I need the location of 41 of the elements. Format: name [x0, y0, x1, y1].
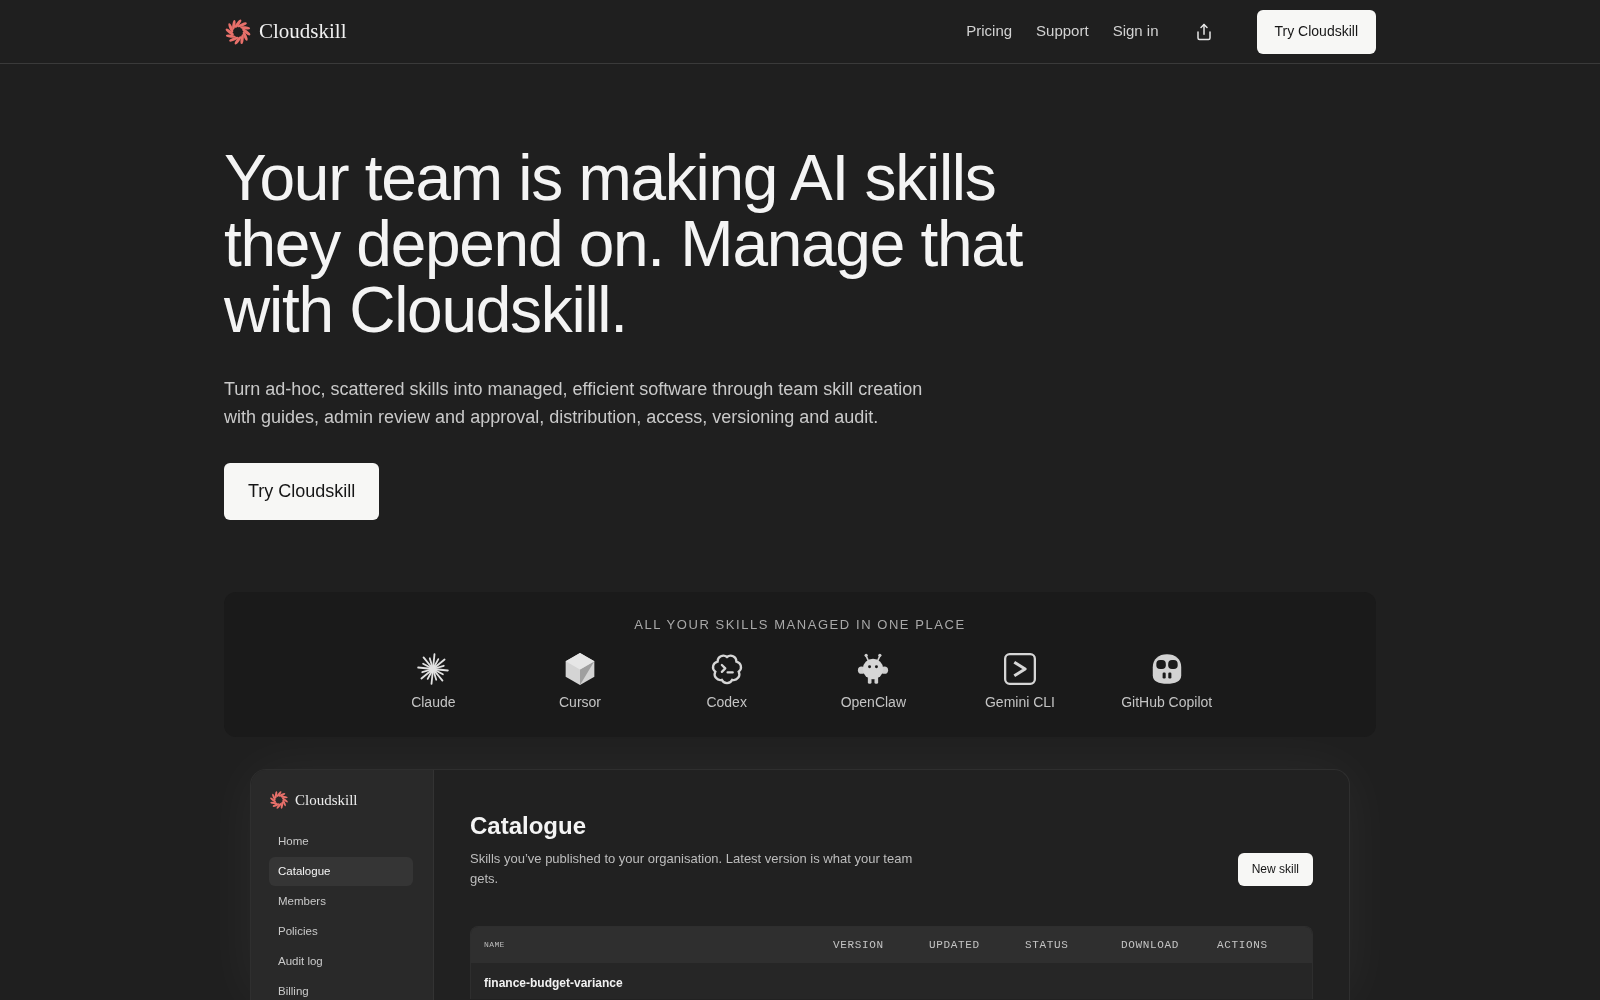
section-heading: ALL YOUR SKILLS MANAGED IN ONE PLACE — [634, 616, 966, 634]
cloud-prompt-icon — [710, 653, 743, 685]
starburst-icon — [417, 653, 450, 685]
sidebar-item[interactable]: Home — [269, 827, 413, 856]
column-header: UPDATED — [929, 937, 980, 953]
tool-name: OpenClaw — [840, 693, 906, 712]
brand-name[interactable]: Cloudskill — [259, 15, 347, 48]
robot-creature-icon — [857, 653, 890, 685]
page-description: Skills you’ve published to your organisation. Latest version is what your team gets. — [470, 850, 914, 888]
nav-link[interactable]: Sign in — [1112, 20, 1159, 43]
hero-heading: Your team is making AI skills they depend on. Manage that with Cloudskill. — [224, 145, 1024, 343]
try-button[interactable]: Try Cloudskill — [1256, 9, 1376, 54]
share-icon[interactable] — [1194, 22, 1213, 41]
column-header: ACTIONS — [1217, 937, 1268, 953]
sidebar-item[interactable]: Policies — [269, 917, 413, 946]
tool-name: Claude — [411, 693, 456, 712]
column-header: DOWNLOAD — [1121, 937, 1180, 953]
pinwheel-logo-icon — [224, 17, 252, 46]
sidebar-item[interactable]: Members — [269, 887, 413, 916]
nav-link[interactable]: Pricing — [966, 20, 1013, 43]
goggles-face-icon — [1150, 653, 1183, 685]
hero-subtitle: Turn ad-hoc, scattered skills into managed, efficient software through team skill creation with guides, admin review and approval, distribution, access, versioning and audit. — [224, 378, 924, 429]
tool-name: Cursor — [559, 693, 601, 712]
sidebar-item[interactable]: Catalogue — [269, 857, 413, 886]
new-skill-button[interactable]: New skill — [1237, 852, 1313, 886]
tool-name: Codex — [706, 693, 747, 712]
nav-link[interactable]: Support — [1036, 20, 1089, 43]
tool-name: Gemini CLI — [984, 693, 1055, 712]
sidebar-item[interactable]: Audit log — [269, 947, 413, 976]
skill-name: finance-budget-variance — [484, 975, 623, 991]
terminal-prompt-icon — [1004, 653, 1036, 685]
page-title: Catalogue — [470, 811, 587, 841]
brand-name: Cloudskill — [295, 790, 358, 810]
cube-icon — [564, 653, 596, 685]
sidebar-item[interactable]: Billing — [269, 977, 413, 1000]
column-header: VERSION — [833, 937, 884, 953]
tool-name: GitHub Copilot — [1121, 693, 1213, 712]
pinwheel-logo-icon — [269, 790, 289, 810]
column-header: STATUS — [1025, 937, 1069, 953]
try-button[interactable]: Try Cloudskill — [224, 463, 380, 520]
column-header: NAME — [484, 939, 505, 951]
